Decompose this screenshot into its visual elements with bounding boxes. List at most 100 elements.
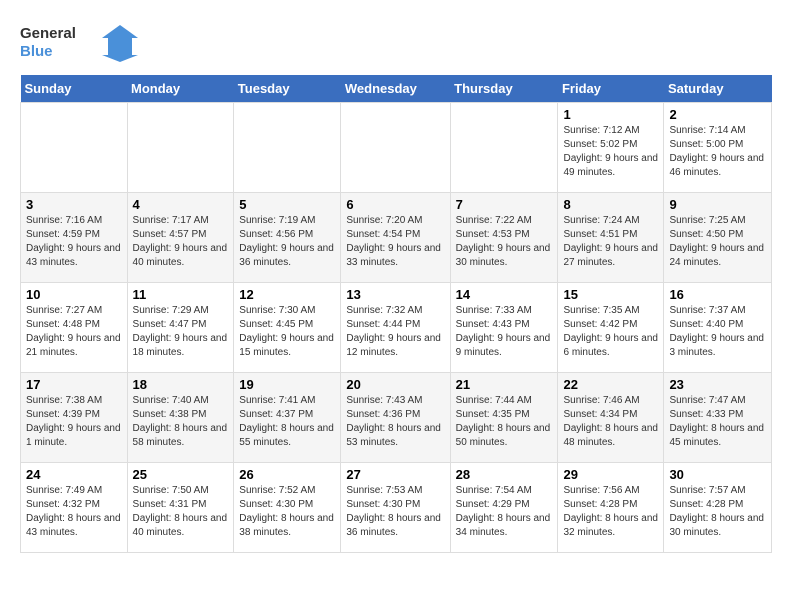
calendar-cell: 16Sunrise: 7:37 AM Sunset: 4:40 PM Dayli… bbox=[664, 283, 772, 373]
day-info: Sunrise: 7:16 AM Sunset: 4:59 PM Dayligh… bbox=[26, 214, 122, 270]
day-number: 15 bbox=[563, 287, 658, 302]
calendar-cell: 30 Sunrise: 7:57 AM Sunset: 4:28 PM Dayli… bbox=[664, 463, 772, 553]
col-header-wednesday: Wednesday bbox=[341, 75, 450, 103]
calendar-cell: 11 Sunrise: 7:29 AM Sunset: 4:47 PM Dayli… bbox=[127, 283, 234, 373]
day-number: 29 bbox=[563, 467, 658, 482]
calendar-cell: 8 Sunrise: 7:24 AM Sunset: 4:51 PM Daylig… bbox=[558, 193, 664, 283]
day-number: 6 bbox=[346, 197, 444, 212]
day-info: Sunrise: 7:30 AM Sunset: 4:45 PM Dayligh… bbox=[239, 304, 335, 360]
calendar-cell: 19 Sunrise: 7:41 AM Sunset: 4:37 PM Dayli… bbox=[234, 373, 341, 463]
col-header-saturday: Saturday bbox=[664, 75, 772, 103]
day-info: Sunrise: 7:57 AM Sunset: 4:28 PM Dayligh… bbox=[669, 484, 766, 540]
calendar-week-4: 17 Sunrise: 7:38 AM Sunset: 4:39 PM Dayli… bbox=[21, 373, 772, 463]
calendar-cell: 14 Sunrise: 7:33 AM Sunset: 4:43 PM Dayli… bbox=[450, 283, 558, 373]
day-info: Sunrise: 7:22 AM Sunset: 4:53 PM Dayligh… bbox=[456, 214, 553, 270]
calendar-cell: 18 Sunrise: 7:40 AM Sunset: 4:38 PM Dayli… bbox=[127, 373, 234, 463]
calendar-cell: 17 Sunrise: 7:38 AM Sunset: 4:39 PM Dayli… bbox=[21, 373, 128, 463]
day-number: 19 bbox=[239, 377, 335, 392]
col-header-monday: Monday bbox=[127, 75, 234, 103]
day-info: Sunrise: 7:24 AM Sunset: 4:51 PM Dayligh… bbox=[563, 214, 658, 270]
calendar-cell: 15 Sunrise: 7:35 AM Sunset: 4:42 PM Dayli… bbox=[558, 283, 664, 373]
calendar-cell: 3 Sunrise: 7:16 AM Sunset: 4:59 PM Daylig… bbox=[21, 193, 128, 283]
day-info: Sunrise: 7:38 AM Sunset: 4:39 PM Dayligh… bbox=[26, 394, 122, 450]
day-info: Sunrise: 7:47 AM Sunset: 4:33 PM Dayligh… bbox=[669, 394, 766, 450]
day-info: Sunrise: 7:52 AM Sunset: 4:30 PM Dayligh… bbox=[239, 484, 335, 540]
day-info: Sunrise: 7:50 AM Sunset: 4:31 PM Dayligh… bbox=[133, 484, 229, 540]
day-number: 2 bbox=[669, 107, 766, 122]
calendar-cell: 22Sunrise: 7:46 AM Sunset: 4:34 PM Dayli… bbox=[558, 373, 664, 463]
svg-text:Blue: Blue bbox=[20, 43, 53, 60]
calendar-cell: 23 Sunrise: 7:47 AM Sunset: 4:33 PM Dayli… bbox=[664, 373, 772, 463]
calendar-cell: 9 Sunrise: 7:25 AM Sunset: 4:50 PM Daylig… bbox=[664, 193, 772, 283]
day-info: Sunrise: 7:17 AM Sunset: 4:57 PM Dayligh… bbox=[133, 214, 229, 270]
calendar-cell: 5Sunrise: 7:19 AM Sunset: 4:56 PM Daylig… bbox=[234, 193, 341, 283]
day-number: 20 bbox=[346, 377, 444, 392]
day-number: 23 bbox=[669, 377, 766, 392]
day-number: 5 bbox=[239, 197, 335, 212]
page-header: General Blue bbox=[20, 20, 772, 65]
col-header-friday: Friday bbox=[558, 75, 664, 103]
day-number: 25 bbox=[133, 467, 229, 482]
day-info: Sunrise: 7:27 AM Sunset: 4:48 PM Dayligh… bbox=[26, 304, 122, 360]
day-info: Sunrise: 7:25 AM Sunset: 4:50 PM Dayligh… bbox=[669, 214, 766, 270]
calendar-cell bbox=[21, 103, 128, 193]
calendar-cell: 25 Sunrise: 7:50 AM Sunset: 4:31 PM Dayli… bbox=[127, 463, 234, 553]
logo-svg: General Blue bbox=[20, 20, 140, 65]
day-info: Sunrise: 7:53 AM Sunset: 4:30 PM Dayligh… bbox=[346, 484, 444, 540]
day-info: Sunrise: 7:56 AM Sunset: 4:28 PM Dayligh… bbox=[563, 484, 658, 540]
calendar-week-2: 3 Sunrise: 7:16 AM Sunset: 4:59 PM Daylig… bbox=[21, 193, 772, 283]
day-number: 17 bbox=[26, 377, 122, 392]
calendar-cell: 6Sunrise: 7:20 AM Sunset: 4:54 PM Daylig… bbox=[341, 193, 450, 283]
day-number: 3 bbox=[26, 197, 122, 212]
calendar-week-5: 24Sunrise: 7:49 AM Sunset: 4:32 PM Dayli… bbox=[21, 463, 772, 553]
day-number: 26 bbox=[239, 467, 335, 482]
calendar-cell: 26 Sunrise: 7:52 AM Sunset: 4:30 PM Dayli… bbox=[234, 463, 341, 553]
day-info: Sunrise: 7:29 AM Sunset: 4:47 PM Dayligh… bbox=[133, 304, 229, 360]
col-header-sunday: Sunday bbox=[21, 75, 128, 103]
day-info: Sunrise: 7:54 AM Sunset: 4:29 PM Dayligh… bbox=[456, 484, 553, 540]
day-number: 12 bbox=[239, 287, 335, 302]
day-number: 8 bbox=[563, 197, 658, 212]
col-header-thursday: Thursday bbox=[450, 75, 558, 103]
day-number: 10 bbox=[26, 287, 122, 302]
day-number: 14 bbox=[456, 287, 553, 302]
day-number: 11 bbox=[133, 287, 229, 302]
day-number: 13 bbox=[346, 287, 444, 302]
day-number: 27 bbox=[346, 467, 444, 482]
day-info: Sunrise: 7:33 AM Sunset: 4:43 PM Dayligh… bbox=[456, 304, 553, 360]
day-number: 30 bbox=[669, 467, 766, 482]
calendar-cell bbox=[127, 103, 234, 193]
calendar-cell: 12 Sunrise: 7:30 AM Sunset: 4:45 PM Dayli… bbox=[234, 283, 341, 373]
calendar-table: SundayMondayTuesdayWednesdayThursdayFrid… bbox=[20, 75, 772, 553]
day-info: Sunrise: 7:41 AM Sunset: 4:37 PM Dayligh… bbox=[239, 394, 335, 450]
calendar-cell: 21Sunrise: 7:44 AM Sunset: 4:35 PM Dayli… bbox=[450, 373, 558, 463]
calendar-cell: 1 Sunrise: 7:12 AM Sunset: 5:02 PM Daylig… bbox=[558, 103, 664, 193]
day-number: 7 bbox=[456, 197, 553, 212]
calendar-cell: 20Sunrise: 7:43 AM Sunset: 4:36 PM Dayli… bbox=[341, 373, 450, 463]
calendar-cell bbox=[234, 103, 341, 193]
day-info: Sunrise: 7:46 AM Sunset: 4:34 PM Dayligh… bbox=[563, 394, 658, 450]
calendar-week-3: 10 Sunrise: 7:27 AM Sunset: 4:48 PM Dayli… bbox=[21, 283, 772, 373]
day-info: Sunrise: 7:12 AM Sunset: 5:02 PM Dayligh… bbox=[563, 124, 658, 180]
day-number: 4 bbox=[133, 197, 229, 212]
day-info: Sunrise: 7:35 AM Sunset: 4:42 PM Dayligh… bbox=[563, 304, 658, 360]
day-number: 28 bbox=[456, 467, 553, 482]
day-info: Sunrise: 7:49 AM Sunset: 4:32 PM Dayligh… bbox=[26, 484, 122, 540]
day-info: Sunrise: 7:14 AM Sunset: 5:00 PM Dayligh… bbox=[669, 124, 766, 180]
calendar-cell: 10 Sunrise: 7:27 AM Sunset: 4:48 PM Dayli… bbox=[21, 283, 128, 373]
day-number: 9 bbox=[669, 197, 766, 212]
calendar-cell: 13 Sunrise: 7:32 AM Sunset: 4:44 PM Dayli… bbox=[341, 283, 450, 373]
day-number: 1 bbox=[563, 107, 658, 122]
logo: General Blue bbox=[20, 20, 140, 65]
calendar-cell: 24Sunrise: 7:49 AM Sunset: 4:32 PM Dayli… bbox=[21, 463, 128, 553]
calendar-cell: 27 Sunrise: 7:53 AM Sunset: 4:30 PM Dayli… bbox=[341, 463, 450, 553]
day-info: Sunrise: 7:40 AM Sunset: 4:38 PM Dayligh… bbox=[133, 394, 229, 450]
calendar-cell: 28 Sunrise: 7:54 AM Sunset: 4:29 PM Dayli… bbox=[450, 463, 558, 553]
day-info: Sunrise: 7:32 AM Sunset: 4:44 PM Dayligh… bbox=[346, 304, 444, 360]
calendar-cell: 29 Sunrise: 7:56 AM Sunset: 4:28 PM Dayli… bbox=[558, 463, 664, 553]
day-number: 16 bbox=[669, 287, 766, 302]
day-number: 21 bbox=[456, 377, 553, 392]
day-number: 18 bbox=[133, 377, 229, 392]
calendar-week-1: 1 Sunrise: 7:12 AM Sunset: 5:02 PM Daylig… bbox=[21, 103, 772, 193]
calendar-cell bbox=[450, 103, 558, 193]
